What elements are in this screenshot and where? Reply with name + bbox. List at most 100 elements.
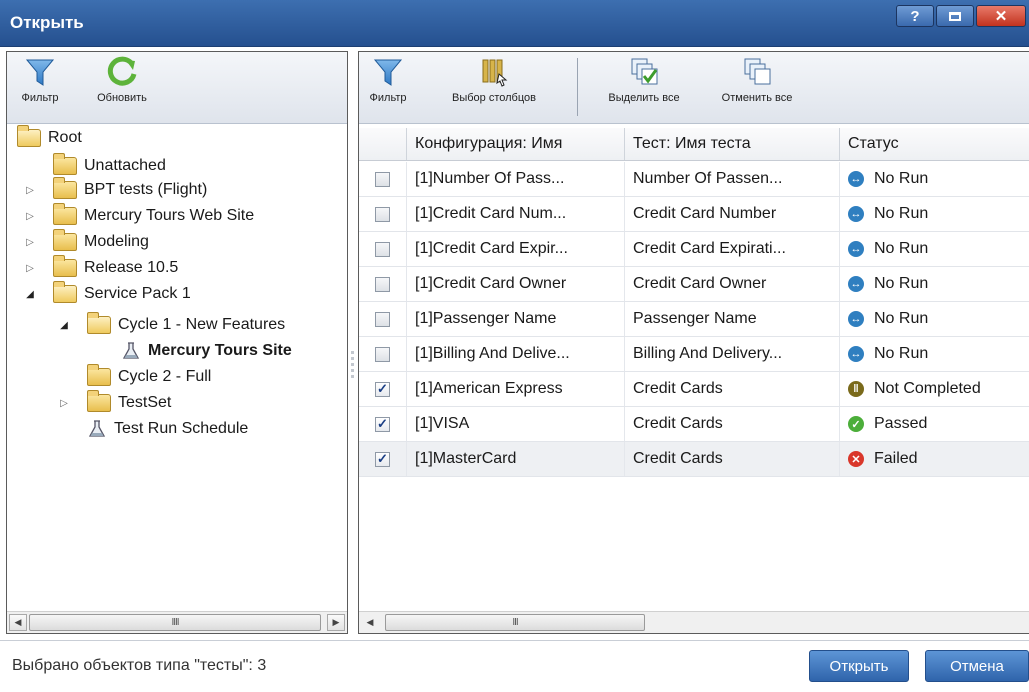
status-cell: ↔ No Run [840, 232, 1029, 266]
expand-icon[interactable]: ▷ [59, 398, 69, 409]
status-cell: ↔ No Run [840, 197, 1029, 231]
close-button[interactable]: ✕ [976, 5, 1026, 27]
config-name-cell: [1]Credit Card Expir... [407, 232, 625, 266]
column-header-status[interactable]: Статус [840, 128, 1029, 160]
tree-node-bpt-tests[interactable]: BPT tests (Flight) [53, 177, 207, 202]
select-all-button[interactable]: Выделить все [585, 56, 703, 104]
tree-node-mercury-tours-site[interactable]: Mercury Tours Site [121, 339, 292, 363]
select-column-header[interactable] [359, 128, 407, 160]
expand-icon[interactable]: ▷ [25, 211, 35, 222]
columns-icon [482, 59, 508, 87]
select-columns-button[interactable]: Выбор столбцов [419, 56, 569, 104]
open-button[interactable]: Открыть [809, 650, 909, 682]
failed-icon: ✕ [848, 451, 864, 467]
maximize-button[interactable] [936, 5, 974, 27]
table-row[interactable]: [1]Credit Card Num... Credit Card Number ↔… [359, 197, 1029, 232]
help-button[interactable]: ? [896, 5, 934, 27]
grid-header: Конфигурация: Имя Тест: Имя теста Статус [359, 128, 1029, 161]
no-run-icon: ↔ [848, 171, 864, 187]
test-name-cell: Number Of Passen... [625, 162, 840, 196]
row-checkbox[interactable] [375, 241, 390, 257]
row-checkbox[interactable]: ✓ [375, 416, 390, 432]
folder-open-icon [17, 125, 41, 147]
expand-icon[interactable]: ▷ [25, 185, 35, 196]
test-name-cell: Credit Card Owner [625, 267, 840, 301]
tree-node-cycle-1[interactable]: Cycle 1 - New Features [87, 312, 285, 337]
table-row[interactable]: [1]Credit Card Owner Credit Card Owner ↔ No… [359, 267, 1029, 302]
tree-node-service-pack-1[interactable]: Service Pack 1 [53, 281, 191, 306]
row-checkbox[interactable]: ✓ [375, 451, 390, 467]
table-row[interactable]: ✓ [1]VISA Credit Cards ✓ Passed [359, 407, 1029, 442]
row-checkbox[interactable] [375, 171, 390, 187]
deselect-all-button[interactable]: Отменить все [705, 56, 809, 104]
cancel-button[interactable]: Отмена [925, 650, 1029, 682]
tree-node-modeling[interactable]: Modeling [53, 229, 149, 254]
scroll-thumb[interactable]: IIII [29, 614, 321, 631]
select-all-icon [631, 58, 658, 85]
grid-filter-button[interactable]: Фильтр [365, 56, 411, 104]
tree-node-unattached[interactable]: Unattached [53, 153, 166, 178]
config-name-cell: [1]Billing And Delive... [407, 337, 625, 371]
tree-node-mercury-tours-web-site[interactable]: Mercury Tours Web Site [53, 203, 254, 228]
config-name-cell: [1]VISA [407, 407, 625, 441]
status-label: Not Completed [874, 380, 981, 397]
select-all-label: Выделить все [608, 92, 680, 104]
row-checkbox[interactable] [375, 276, 390, 292]
table-row[interactable]: ✓ [1]American Express Credit Cards ‖ Not Com… [359, 372, 1029, 407]
panel-splitter[interactable] [349, 51, 357, 634]
row-checkbox[interactable] [375, 346, 390, 362]
filter-label: Фильтр [21, 92, 59, 104]
row-checkbox[interactable]: ✓ [375, 381, 390, 397]
status-cell: ↔ No Run [840, 302, 1029, 336]
folder-icon [53, 177, 77, 199]
tree-panel: Фильтр Обновить Root Unattached ▷ BPT te… [6, 51, 348, 634]
collapse-icon[interactable]: ◢ [59, 320, 69, 331]
grid-panel: Фильтр Выбор столбцов Выделить все Отмен… [358, 51, 1029, 634]
status-label: Failed [874, 450, 918, 467]
column-header-config[interactable]: Конфигурация: Имя [407, 128, 625, 160]
columns-label: Выбор столбцов [452, 92, 536, 104]
close-icon: ✕ [994, 8, 1008, 25]
filter-icon [373, 59, 403, 86]
tests-grid: Конфигурация: Имя Тест: Имя теста Статус… [359, 125, 1029, 611]
no-run-icon: ↔ [848, 346, 864, 362]
test-set-icon [122, 342, 140, 359]
config-name-cell: [1]Credit Card Num... [407, 197, 625, 231]
table-row[interactable]: [1]Credit Card Expir... Credit Card Expir… [359, 232, 1029, 267]
test-name-cell: Passenger Name [625, 302, 840, 336]
table-row[interactable]: [1]Billing And Delive... Billing And Deli… [359, 337, 1029, 372]
tree-horizontal-scrollbar[interactable]: ◀ IIII ▶ [7, 611, 347, 633]
selection-status: Выбрано объектов типа "тесты": 3 [12, 657, 267, 674]
column-header-test[interactable]: Тест: Имя теста [625, 128, 840, 160]
test-name-cell: Credit Card Expirati... [625, 232, 840, 266]
not-completed-icon: ‖ [848, 381, 864, 397]
expand-icon[interactable]: ▷ [25, 263, 35, 274]
status-label: No Run [874, 310, 929, 327]
grid-horizontal-scrollbar[interactable]: ◀ III [359, 611, 1029, 633]
row-checkbox[interactable] [375, 311, 390, 327]
table-row[interactable]: [1]Passenger Name Passenger Name ↔ No Run [359, 302, 1029, 337]
tree-filter-button[interactable]: Фильтр [17, 56, 63, 104]
row-checkbox[interactable] [375, 206, 390, 222]
scroll-thumb[interactable]: III [385, 614, 645, 631]
status-cell: ✕ Failed [840, 442, 1029, 476]
tree-node-cycle-2[interactable]: Cycle 2 - Full [87, 364, 211, 389]
tree-toolbar: Фильтр Обновить [7, 52, 347, 124]
scroll-left-icon[interactable]: ◀ [9, 614, 27, 631]
folder-icon [53, 229, 77, 251]
scroll-left-icon[interactable]: ◀ [361, 614, 379, 631]
scroll-right-icon[interactable]: ▶ [327, 614, 345, 631]
refresh-button[interactable]: Обновить [91, 56, 153, 104]
title-bar: Открыть ? ✕ [0, 0, 1029, 47]
tree-node-test-run-schedule[interactable]: Test Run Schedule [87, 417, 248, 441]
tree-node-testset[interactable]: TestSet [87, 390, 171, 415]
tree-node-release-10-5[interactable]: Release 10.5 [53, 255, 178, 280]
tree-node-root[interactable]: Root [17, 125, 82, 150]
expand-icon[interactable]: ▷ [25, 237, 35, 248]
table-row[interactable]: ✓ [1]MasterCard Credit Cards ✕ Failed [359, 442, 1029, 477]
collapse-icon[interactable]: ◢ [25, 289, 35, 300]
table-row[interactable]: [1]Number Of Pass... Number Of Passen... ↔… [359, 162, 1029, 197]
test-tree: Root Unattached ▷ BPT tests (Flight) ▷ M… [7, 125, 347, 611]
filter-label: Фильтр [369, 92, 407, 104]
filter-icon [25, 59, 55, 86]
